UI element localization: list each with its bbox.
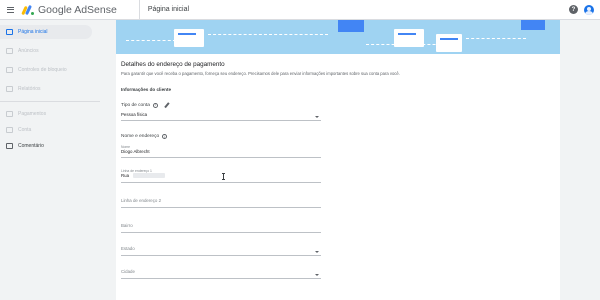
state-placeholder: Estado [121,246,135,251]
chevron-down-icon [315,273,319,276]
sidebar: Página inicial Anúncios Controles de blo… [0,20,100,300]
address-line1-text: Rua [121,173,130,178]
info-icon[interactable]: i [152,102,158,108]
section-heading: Detalhes do endereço de pagamento [121,61,225,68]
account-icon [6,127,13,133]
envelope-illustration [338,20,364,32]
reports-icon [6,86,13,92]
info-icon[interactable]: i [162,134,168,139]
sidebar-item-home[interactable]: Página inicial [0,25,92,39]
chevron-down-icon [315,116,319,118]
neighborhood-field[interactable]: Bairro [121,223,321,233]
city-placeholder: Cidade [121,269,135,274]
app-title[interactable]: Google AdSense [38,4,117,16]
sidebar-item-label: Anúncios [18,48,39,54]
address-line1-field[interactable]: Linha de endereço 1 Rua [121,169,321,183]
payment-address-card: Detalhes do endereço de pagamento Para g… [116,20,560,300]
name-address-label: Nome e endereço [121,134,160,139]
sidebar-item-feedback[interactable]: Comentário [0,139,100,153]
top-app-bar: Google AdSense Página inicial ? [0,0,600,20]
sidebar-item-reports[interactable]: Relatórios [0,82,100,96]
payments-icon [6,111,13,117]
sidebar-item-label: Relatórios [18,86,41,92]
envelope-banner [116,20,560,54]
feedback-icon [6,143,13,149]
address-line2-placeholder: Linha de endereço 2 [121,198,162,203]
section-description: Para garantir que você receba o pagament… [121,71,400,76]
menu-icon[interactable] [4,0,18,20]
sidebar-item-blocking-controls[interactable]: Controles de bloqueio [0,63,100,77]
address-line1-value: Rua [121,173,321,179]
envelope-illustration [174,29,204,47]
sidebar-item-account[interactable]: Conta [0,123,100,137]
help-icon[interactable]: ? [569,5,578,14]
topbar-divider [138,0,140,20]
state-select[interactable]: Estado [121,246,321,256]
name-field-value: Diogo Albrecht [121,149,150,154]
neighborhood-placeholder: Bairro [121,223,133,228]
envelope-illustration [394,29,424,47]
page-title: Página inicial [147,6,190,13]
envelope-illustration [521,20,545,30]
sidebar-item-label: Comentário [18,143,44,149]
customer-info-heading: Informações do cliente [121,87,172,92]
sidebar-item-label: Controles de bloqueio [18,67,67,73]
redacted-text [133,173,166,179]
name-field[interactable]: Nome Diogo Albrecht [121,145,321,158]
banner-decoration [208,34,328,35]
name-address-label-row: Nome e endereço i [121,134,168,139]
chevron-down-icon [315,250,319,253]
address-line2-field[interactable]: Linha de endereço 2 [121,198,321,208]
banner-decoration [126,40,176,41]
edit-pencil-icon[interactable] [164,102,170,108]
sidebar-item-payments[interactable]: Pagamentos [0,107,100,121]
envelope-illustration [436,34,462,52]
sidebar-divider [0,101,100,102]
banner-decoration [466,38,526,39]
account-type-select[interactable]: Pessoa física [121,112,321,121]
account-type-label: Tipo de conta [121,102,150,108]
sidebar-item-label: Página inicial [18,29,48,35]
block-icon [6,67,13,73]
adsense-logo-icon [21,4,34,16]
home-icon [6,29,13,35]
account-type-label-row: Tipo de conta i [121,102,170,108]
city-select[interactable]: Cidade [121,269,321,279]
sidebar-item-label: Pagamentos [18,111,47,117]
avatar[interactable] [584,4,594,15]
ads-icon [6,48,13,54]
text-cursor-icon [222,173,225,180]
sidebar-item-label: Conta [18,127,32,133]
sidebar-item-ads[interactable]: Anúncios [0,44,100,58]
account-type-value: Pessoa física [121,112,148,117]
